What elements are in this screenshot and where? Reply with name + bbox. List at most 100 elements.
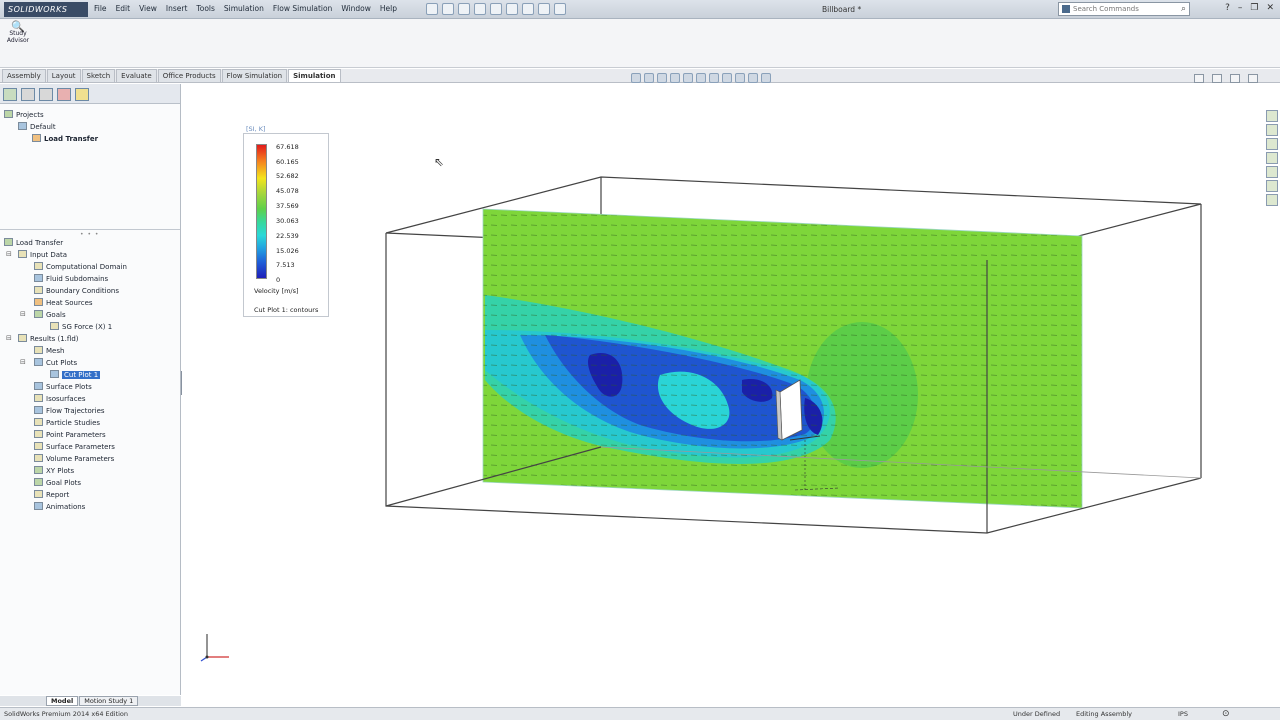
flow-analysis-tree-icon[interactable] [57,88,71,101]
velocity-legend[interactable]: [SI, K] 67.618 60.165 52.682 45.078 37.5… [243,125,329,317]
doc-tile-button[interactable] [1212,74,1222,83]
tree-item[interactable]: Animations [34,502,85,512]
menu-simulation[interactable]: Simulation [224,4,264,13]
tab-simulation[interactable]: Simulation [288,69,341,82]
minimize-button[interactable]: – [1238,3,1243,13]
tree-item[interactable]: SG Force (X) 1 [50,322,112,332]
tree-item[interactable]: XY Plots [34,466,74,476]
search-commands-input[interactable]: Search Commands ⌕ [1058,2,1190,16]
forum-icon[interactable] [1266,194,1278,206]
open-folder-icon[interactable] [442,3,454,15]
tree-item[interactable]: Surface Parameters [34,442,115,452]
tree-item[interactable]: Computational Domain [34,262,127,272]
edit-appearance-icon[interactable] [735,73,745,83]
tree-load-transfer[interactable]: Load Transfer [4,238,63,248]
tree-projects[interactable]: Projects [4,110,44,120]
view-settings-icon[interactable] [761,73,771,83]
display-style-icon[interactable] [709,73,719,83]
tree-item[interactable]: Mesh [34,346,64,356]
panel-splitter[interactable]: • • • [80,231,99,238]
expand-icon[interactable]: ⊟ [20,310,26,318]
doc-minimize-button[interactable] [1194,74,1204,83]
tree-item[interactable]: Boundary Conditions [34,286,119,296]
print-icon[interactable] [474,3,486,15]
expand-icon[interactable]: ⊟ [20,358,26,366]
custom-properties-icon[interactable] [1266,180,1278,192]
rebuild-status-icon[interactable]: ⊙ [1222,708,1230,720]
tree-item[interactable]: Cut Plots [34,358,77,368]
hide-show-items-icon[interactable] [722,73,732,83]
tab-model[interactable]: Model [46,696,79,706]
tree-item[interactable]: Fluid Subdomains [34,274,108,284]
zoom-to-area-icon[interactable] [644,73,654,83]
menu-help[interactable]: Help [380,4,397,13]
menu-window[interactable]: Window [341,4,371,13]
previous-view-icon[interactable] [657,73,667,83]
configuration-manager-icon[interactable] [39,88,53,101]
apply-scene-icon[interactable] [748,73,758,83]
file-properties-icon[interactable] [538,3,550,15]
view-orientation-icon[interactable] [696,73,706,83]
tree-item-selected[interactable]: Cut Plot 1 [50,370,101,380]
expand-icon[interactable]: ⊟ [6,334,12,342]
doc-close-button[interactable] [1248,74,1258,83]
menu-view[interactable]: View [139,4,157,13]
menu-edit[interactable]: Edit [116,4,131,13]
search-scope-icon[interactable] [1062,5,1070,13]
tree-item[interactable]: Heat Sources [34,298,93,308]
save-icon[interactable] [458,3,470,15]
tree-item[interactable]: Volume Parameters [34,454,114,464]
undo-icon[interactable] [490,3,502,15]
menu-file[interactable]: File [94,4,107,13]
tree-item[interactable]: Isosurfaces [34,394,86,404]
options-icon[interactable] [554,3,566,15]
tab-assembly[interactable]: Assembly [2,69,46,82]
menu-insert[interactable]: Insert [166,4,188,13]
doc-restore-button[interactable] [1230,74,1240,83]
tree-item[interactable]: Particle Studies [34,418,100,428]
appearances-icon[interactable] [1266,166,1278,178]
display-manager-icon[interactable] [75,88,89,101]
study-advisor-label-2: Advisor [6,37,30,44]
tree-results[interactable]: Results (1.fld) [18,334,79,344]
tab-office-products[interactable]: Office Products [157,69,221,82]
tab-evaluate[interactable]: Evaluate [116,69,157,82]
feature-tree-icon[interactable] [3,88,17,101]
graphics-area[interactable] [182,84,1268,696]
tree-item[interactable]: Flow Trajectories [34,406,105,416]
section-view-icon[interactable] [670,73,680,83]
close-button[interactable]: ✕ [1266,3,1274,13]
rebuild-icon[interactable] [522,3,534,15]
property-manager-icon[interactable] [21,88,35,101]
tree-item[interactable]: Report [34,490,69,500]
tree-item[interactable]: Point Parameters [34,430,106,440]
menu-tools[interactable]: Tools [196,4,214,13]
zoom-to-fit-icon[interactable] [631,73,641,83]
file-explorer-icon[interactable] [1266,138,1278,150]
tree-item[interactable]: Goal Plots [34,478,81,488]
tab-sketch[interactable]: Sketch [81,69,116,82]
study-advisor-button[interactable]: 🔍 Study Advisor [4,21,32,44]
menu-flow-simulation[interactable]: Flow Simulation [273,4,332,13]
resources-icon[interactable] [1266,110,1278,122]
tree-load-transfer-project[interactable]: Load Transfer [32,134,98,144]
design-library-icon[interactable] [1266,124,1278,136]
tab-flow-simulation[interactable]: Flow Simulation [221,69,288,82]
select-icon[interactable] [506,3,518,15]
status-units[interactable]: IPS [1178,708,1188,720]
restore-button[interactable]: ❐ [1250,3,1258,13]
view-palette-icon[interactable] [1266,152,1278,164]
tab-motion-study[interactable]: Motion Study 1 [79,696,139,706]
new-document-icon[interactable] [426,3,438,15]
tree-input-data[interactable]: Input Data [18,250,67,260]
solidworks-logo[interactable]: SOLIDWORKS [4,2,88,17]
help-icon[interactable]: ? [1225,3,1230,13]
legend-value: 15.026 [276,247,299,255]
expand-icon[interactable]: ⊟ [6,250,12,258]
tree-item[interactable]: Goals [34,310,66,320]
tree-item[interactable]: Surface Plots [34,382,92,392]
search-icon[interactable]: ⌕ [1181,3,1186,15]
tree-default[interactable]: Default [18,122,56,132]
dynamic-annotation-icon[interactable] [683,73,693,83]
tab-layout[interactable]: Layout [46,69,81,82]
